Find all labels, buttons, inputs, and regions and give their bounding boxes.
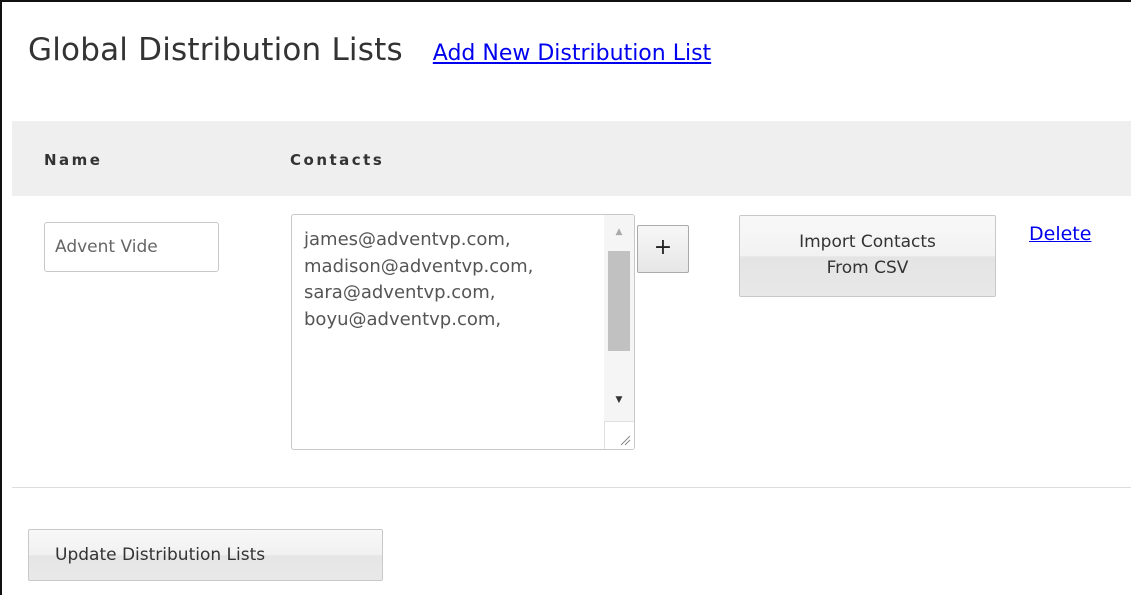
delete-list-link[interactable]: Delete <box>1029 223 1091 245</box>
row-divider <box>12 487 1131 488</box>
import-button-label-line2: From CSV <box>826 258 909 278</box>
scroll-up-arrow-icon[interactable]: ▲ <box>604 221 634 243</box>
table-header: Name Contacts <box>12 121 1131 196</box>
update-distribution-lists-button[interactable]: Update Distribution Lists <box>28 529 383 581</box>
scroll-thumb[interactable] <box>608 251 630 351</box>
page-header: Global Distribution Lists Add New Distri… <box>28 32 711 68</box>
scroll-down-arrow-icon[interactable]: ▼ <box>604 389 634 411</box>
import-contacts-csv-button[interactable]: Import Contacts From CSV <box>739 215 996 297</box>
page-frame: Global Distribution Lists Add New Distri… <box>0 0 1131 595</box>
page-title: Global Distribution Lists <box>28 32 403 68</box>
column-header-contacts: Contacts <box>290 151 385 169</box>
import-button-label-line1: Import Contacts <box>799 232 936 252</box>
resize-handle-icon[interactable] <box>604 421 634 449</box>
add-distribution-list-link[interactable]: Add New Distribution List <box>433 41 711 66</box>
add-contact-button[interactable]: + <box>637 225 689 273</box>
column-header-name: Name <box>44 151 103 169</box>
contacts-scrollbar[interactable]: ▲ ▼ <box>604 215 634 449</box>
contacts-textarea-content[interactable]: james@adventvp.com, madison@adventvp.com… <box>304 227 599 333</box>
contacts-textarea[interactable]: james@adventvp.com, madison@adventvp.com… <box>291 214 635 450</box>
list-name-input[interactable] <box>44 222 219 272</box>
